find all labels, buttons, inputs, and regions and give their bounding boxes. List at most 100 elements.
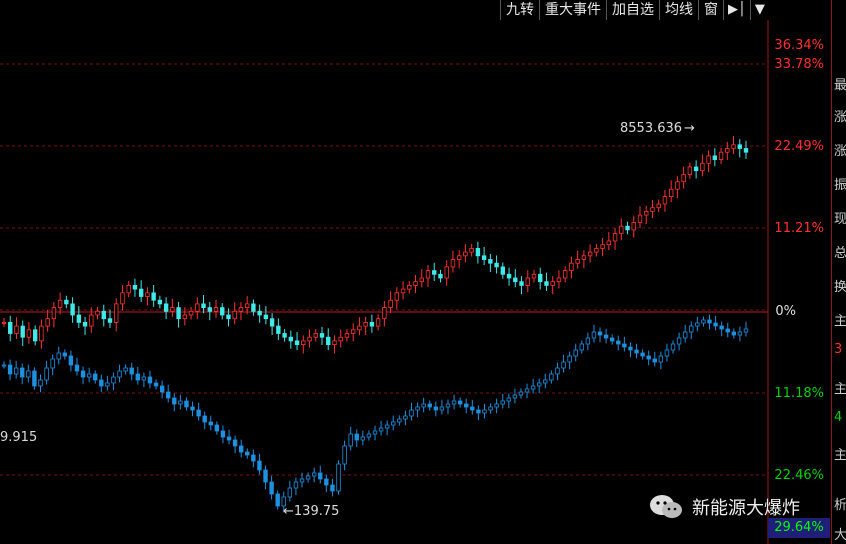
candle-body — [157, 299, 163, 305]
side-char: 现 — [834, 212, 846, 227]
candle-body — [263, 314, 269, 320]
candle-body — [319, 333, 325, 338]
candle-body — [603, 334, 609, 339]
candle-body — [275, 493, 280, 507]
candle-body — [269, 318, 275, 327]
candle-body — [587, 251, 593, 257]
candle-body — [105, 382, 110, 387]
candle-body — [196, 409, 201, 417]
candle-body — [457, 400, 463, 405]
candle-body — [718, 151, 724, 160]
candle-body — [743, 328, 749, 333]
candle-body — [245, 451, 250, 456]
candle-body — [687, 166, 693, 175]
candle-body — [519, 281, 524, 286]
candle-body — [500, 400, 505, 405]
add-watchlist-button[interactable]: 加自选 — [606, 0, 659, 20]
candle-body — [562, 270, 568, 279]
kline-chart[interactable] — [0, 0, 846, 544]
candle-body — [681, 173, 686, 183]
candle-body — [202, 415, 207, 423]
candle-body — [251, 303, 256, 312]
candle-body — [244, 303, 250, 308]
candle-body — [251, 454, 256, 462]
candle-body — [207, 307, 212, 312]
candle-body — [68, 355, 74, 366]
arrow-right-bar-icon[interactable]: ▶│ — [723, 0, 750, 20]
candle-body — [172, 397, 177, 405]
axis-label-zero: 0% — [775, 304, 796, 319]
candle-body — [400, 288, 406, 294]
candle-body — [475, 247, 481, 257]
candle-body — [117, 370, 122, 378]
axis-label-11-down: 11.18% — [774, 386, 824, 401]
candle-body — [382, 307, 387, 320]
candle-body — [111, 376, 116, 384]
candle-body — [403, 415, 408, 420]
candle-body — [494, 403, 499, 408]
candle-body — [38, 379, 43, 387]
candle-body — [141, 376, 147, 381]
candle-body — [44, 367, 49, 381]
candle-body — [581, 255, 587, 260]
candle-body — [413, 281, 418, 286]
candle-body — [619, 225, 624, 234]
candle-body — [86, 373, 92, 378]
candle-body — [531, 273, 537, 279]
candle-body — [701, 319, 706, 324]
candle-body — [549, 373, 554, 381]
candle-body — [188, 310, 194, 316]
candle-body — [646, 355, 651, 360]
candle-body — [305, 475, 311, 480]
candle-body — [126, 284, 131, 294]
candle-body — [299, 478, 305, 483]
candle-body — [366, 433, 372, 438]
candle-body — [637, 214, 643, 223]
candle-body — [597, 331, 603, 336]
candle-body — [695, 322, 700, 327]
candle-body — [138, 288, 144, 297]
candle-body — [476, 409, 481, 414]
candle-body — [32, 370, 37, 387]
candle-body — [318, 472, 323, 480]
candle-body — [658, 355, 664, 363]
dropdown-triangle-icon[interactable]: ▼ — [749, 0, 769, 20]
candle-body — [70, 303, 75, 316]
candle-body — [712, 155, 718, 160]
candle-body — [612, 233, 618, 242]
candle-body — [80, 370, 86, 378]
side-char: 3 — [834, 342, 843, 357]
candle-body — [332, 340, 337, 345]
window-button[interactable]: 窗 — [698, 0, 723, 20]
candle-body — [656, 203, 661, 209]
candle-body — [324, 478, 329, 486]
axis-label-36: 36.34% — [774, 38, 824, 53]
candle-body — [470, 406, 475, 411]
candle-body — [330, 484, 335, 492]
candle-body — [178, 400, 183, 405]
watermark: 新能源大爆炸 — [648, 492, 800, 522]
candle-body — [182, 314, 188, 320]
major-events-button[interactable]: 重大事件 — [539, 0, 606, 20]
axis-label-33: 33.78% — [774, 57, 824, 72]
nine-turn-button[interactable]: 九转 — [500, 0, 539, 20]
side-char: 主 — [834, 448, 846, 463]
candle-body — [375, 318, 381, 327]
candle-body — [208, 421, 213, 426]
candle-body — [39, 325, 44, 342]
candle-body — [276, 325, 281, 334]
candle-body — [132, 284, 138, 290]
candle-body — [74, 364, 80, 372]
candle-body — [456, 255, 462, 260]
candle-body — [350, 329, 356, 334]
moving-average-button[interactable]: 均线 — [659, 0, 698, 20]
candle-body — [363, 321, 368, 327]
candle-body — [293, 481, 299, 489]
candle-body — [336, 463, 341, 492]
candle-body — [62, 352, 68, 357]
candle-body — [32, 329, 38, 342]
candle-body — [609, 337, 615, 342]
candles-upper — [1, 135, 749, 354]
top-toolbar: 九转 重大事件 加自选 均线 窗 ▶│ ▼ — [500, 0, 769, 20]
axis-label-22-up: 22.49% — [774, 139, 824, 154]
